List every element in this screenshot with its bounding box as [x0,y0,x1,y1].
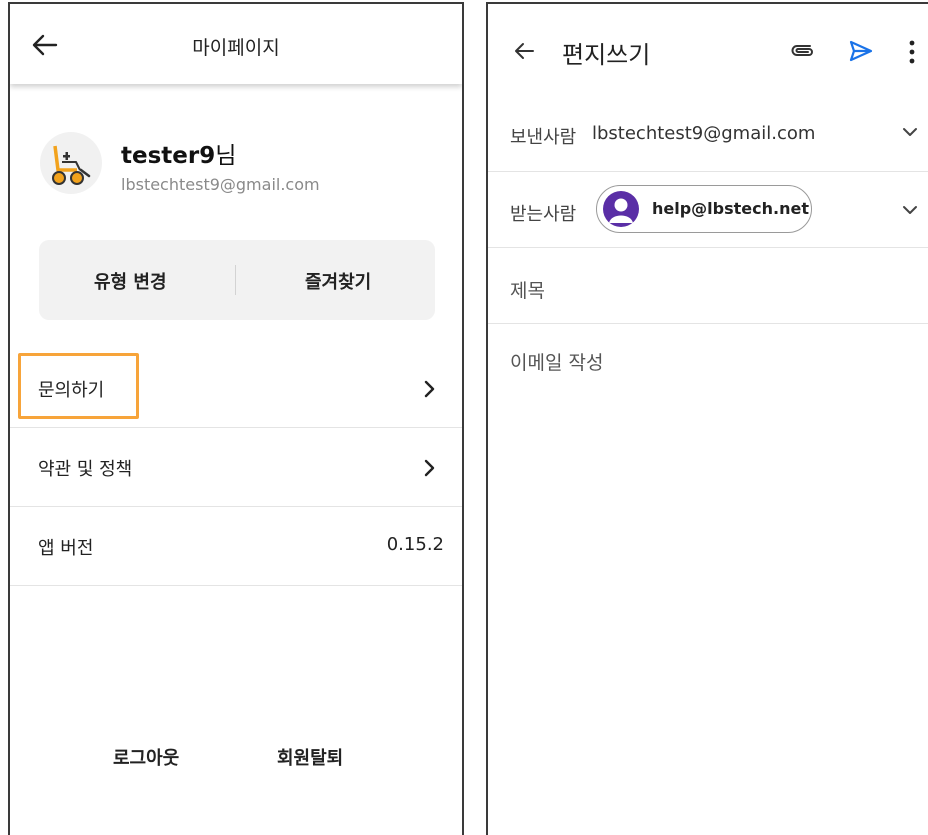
divider [235,265,236,295]
recipient-email: help@lbstech.net [652,199,809,218]
wheelchair-icon [52,145,91,185]
menu-item-terms[interactable]: 약관 및 정책 [10,429,462,507]
subject-field[interactable]: 제목 [488,248,928,324]
recipient-chip[interactable]: help@lbstech.net [596,185,812,233]
from-label: 보낸사람 [510,127,577,148]
withdraw-button[interactable]: 회원탈퇴 [277,744,343,770]
to-label: 받는사람 [510,204,577,225]
compose-screen: 편지쓰기 보낸사람 lbstechtest9@gmail.com 받는사람 he… [486,2,928,835]
subject-placeholder: 제목 [510,280,545,302]
username: tester9님 [121,143,237,169]
compose-header: 편지쓰기 [488,4,928,96]
chevron-down-icon[interactable] [902,126,918,138]
to-field[interactable]: 받는사람 help@lbstech.net [488,172,928,248]
compose-title: 편지쓰기 [562,41,651,69]
inquiry-highlight-box [18,353,139,419]
mypage-header: 마이페이지 [10,4,462,84]
quick-actions: 유형 변경 즐겨찾기 [39,240,435,320]
from-field[interactable]: 보낸사람 lbstechtest9@gmail.com [488,96,928,172]
menu-item-label: 앱 버전 [38,538,94,559]
logout-button[interactable]: 로그아웃 [113,744,179,770]
favorites-button[interactable]: 즐겨찾기 [305,268,371,294]
chevron-down-icon[interactable] [902,204,918,216]
profile-card: tester9님 lbstechtest9@gmail.com [36,130,456,200]
send-icon[interactable] [848,39,874,63]
chevron-right-icon [424,459,435,477]
from-value: lbstechtest9@gmail.com [592,123,816,144]
back-arrow-icon[interactable] [513,40,535,62]
chevron-right-icon [424,380,435,398]
avatar [40,132,102,194]
menu-item-label: 약관 및 정책 [38,459,133,480]
user-email: lbstechtest9@gmail.com [121,175,320,194]
mypage-screen: 마이페이지 tester9님 lbstechtest9@gmail.com 유형… [8,2,464,835]
page-title: 마이페이지 [192,37,280,59]
more-vert-icon[interactable] [908,40,916,64]
menu-item-app-version: 앱 버전 0.15.2 [10,508,462,586]
attach-icon[interactable] [790,40,816,62]
body-field[interactable]: 이메일 작성 [488,324,928,835]
person-avatar-icon [603,191,639,227]
app-version-value: 0.15.2 [386,534,444,555]
change-type-button[interactable]: 유형 변경 [94,268,167,294]
body-placeholder: 이메일 작성 [510,352,604,374]
